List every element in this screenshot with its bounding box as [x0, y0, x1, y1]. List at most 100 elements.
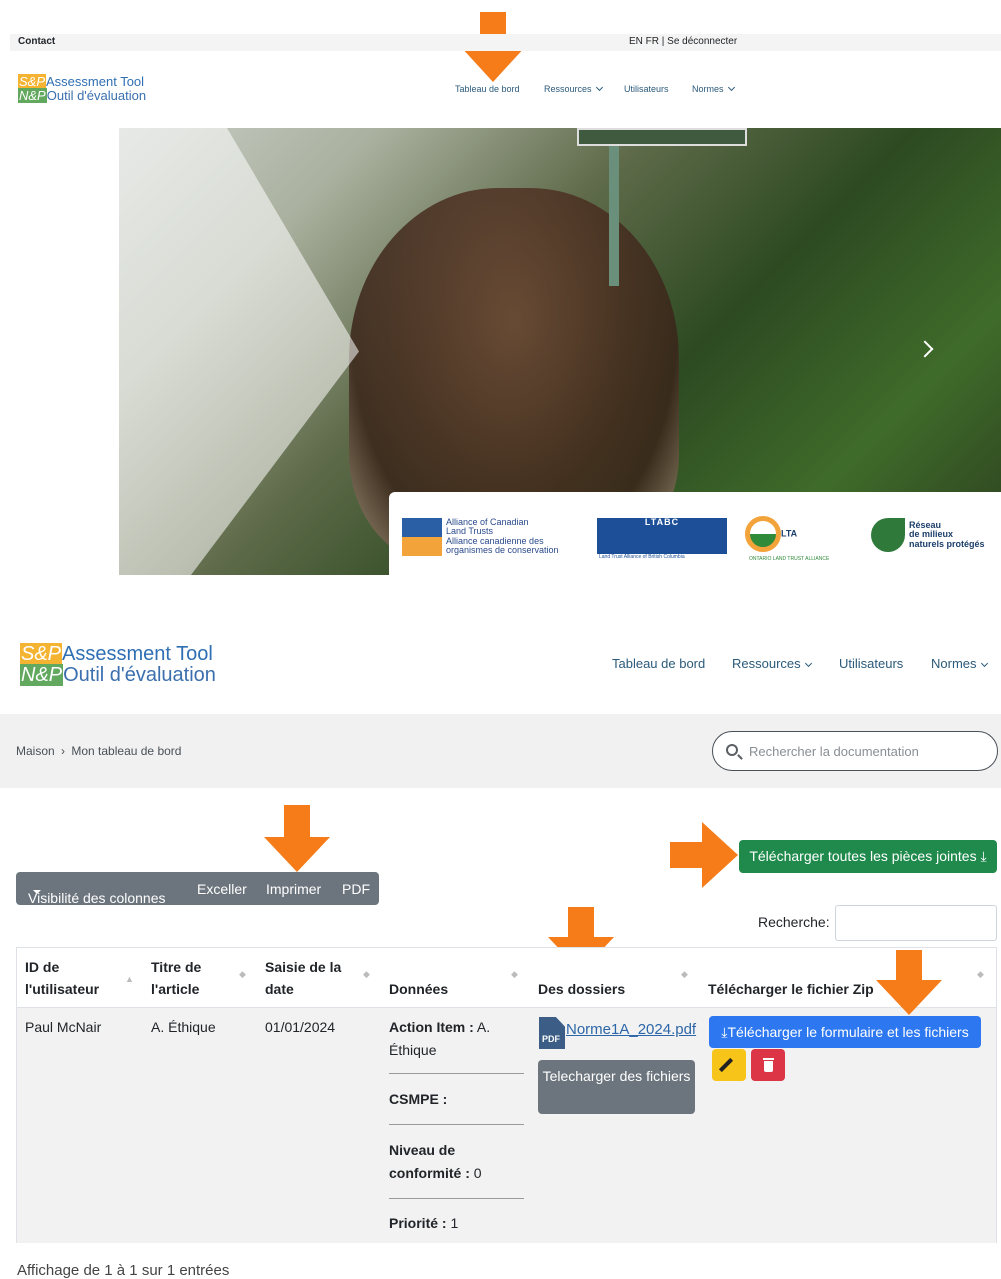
olta-o-mark	[745, 516, 781, 552]
table-search-label: Recherche:	[758, 914, 830, 930]
column-visibility-label: Visibilité des colonnes	[28, 890, 166, 906]
cell-user: Paul McNair	[25, 1019, 102, 1035]
data-label: Niveau de conformité :	[389, 1142, 470, 1181]
logo-np-tag: N&P	[18, 88, 47, 103]
chevron-down-icon	[595, 83, 603, 92]
olta-text: LTA	[781, 528, 798, 539]
data-label: CSMPE :	[389, 1091, 448, 1107]
acalt-logo-mark	[402, 518, 442, 556]
breadcrumb-separator: ›	[61, 744, 66, 758]
contact-link[interactable]: Contact	[18, 36, 55, 47]
table-export-toolbar: Visibilité des colonnes Exceller Imprime…	[16, 872, 379, 906]
logo-np-tag: N&P	[20, 664, 64, 686]
table-header-row: ID de l'utilisateur ▲ Titre de l'article…	[17, 948, 996, 1008]
nav-users[interactable]: Utilisateurs	[624, 84, 669, 94]
nav-standards-label: Normes	[931, 656, 977, 671]
table-info-text: Affichage de 1 à 1 sur 1 entrées	[17, 1262, 230, 1279]
col-header-user-id[interactable]: ID de l'utilisateur	[25, 956, 125, 1000]
search-icon	[726, 744, 738, 756]
cell-date: 01/01/2024	[265, 1019, 336, 1035]
chevron-down-icon	[980, 659, 988, 668]
pdf-icon-label: PDF	[542, 1034, 560, 1044]
chevron-down-icon	[804, 659, 812, 668]
logo-line1-text: Assessment Tool	[46, 74, 145, 89]
print-button[interactable]: Imprimer	[266, 881, 321, 897]
cell-data-action-item: Action Item : A. Éthique	[389, 1016, 519, 1062]
partner-logo-ltabc[interactable]: LTABC	[597, 517, 727, 554]
nav-dashboard[interactable]: Tableau de bord	[455, 84, 520, 94]
doc-search-input[interactable]: Rechercher la documentation	[712, 731, 998, 771]
cell-data-csmpe: CSMPE :	[389, 1088, 447, 1111]
trash-icon-body	[764, 1061, 773, 1072]
col-header-article-title[interactable]: Titre de l'article	[151, 956, 241, 1000]
partner-logo-acalt[interactable]: Alliance of Canadian Land Trusts Allianc…	[402, 517, 559, 556]
trash-icon	[763, 1058, 774, 1060]
col-header-date[interactable]: Saisie de la date	[265, 956, 355, 1000]
download-icon: ⤓	[976, 848, 987, 864]
delete-button[interactable]	[751, 1049, 785, 1081]
divider	[389, 1124, 524, 1125]
col-header-files[interactable]: Des dossiers	[538, 978, 625, 1000]
partner-logo-olta[interactable]: LTA	[745, 516, 797, 552]
cell-data-compliance: Niveau de conformité : 0	[389, 1139, 499, 1185]
partner-logo-rmnp[interactable]: Réseau de milieux naturels protégés	[871, 518, 985, 552]
download-all-attachments-button[interactable]: Télécharger toutes les pièces jointes ⤓	[739, 840, 997, 873]
logo-line1-text: Assessment Tool	[62, 643, 213, 665]
sort-icon: ◆	[511, 969, 518, 979]
pdf-button[interactable]: PDF	[342, 881, 370, 897]
divider	[389, 1198, 524, 1199]
download-form-and-files-button[interactable]: ⤓Télécharger le formulaire et les fichie…	[709, 1016, 981, 1048]
breadcrumb-current: Mon tableau de bord	[71, 744, 182, 758]
data-table: ID de l'utilisateur ▲ Titre de l'article…	[16, 947, 997, 1243]
pencil-icon	[718, 1057, 734, 1073]
nav-dashboard[interactable]: Tableau de bord	[612, 656, 705, 671]
nav-resources[interactable]: Ressources	[544, 83, 603, 94]
data-label: Priorité :	[389, 1215, 447, 1231]
nav-resources-label: Ressources	[732, 656, 801, 671]
language-logout-links[interactable]: EN FR | Se déconnecter	[629, 36, 737, 47]
top-utility-bar: Contact EN FR | Se déconnecter	[10, 34, 1001, 51]
caret-down-icon	[33, 890, 41, 894]
file-link[interactable]: Norme1A_2024.pdf	[566, 1021, 696, 1038]
sort-icon: ◆	[681, 969, 688, 979]
logo-line2-text: Outil d'évaluation	[46, 88, 147, 103]
data-value: 1	[450, 1215, 459, 1231]
excel-button[interactable]: Exceller	[197, 881, 247, 897]
pdf-file-icon: PDF	[539, 1017, 565, 1049]
rmnp-leaf-mark	[871, 518, 905, 552]
sort-icon: ◆	[363, 969, 370, 979]
data-value: 0	[473, 1165, 482, 1181]
nav-users[interactable]: Utilisateurs	[839, 656, 903, 671]
cell-data-priority: Priorité : 1	[389, 1212, 458, 1235]
hero-photo-post	[609, 146, 619, 286]
download-files-button[interactable]: Telecharger des fichiers	[538, 1060, 695, 1114]
nav-standards-label: Normes	[692, 84, 724, 94]
annotation-arrow-3	[670, 822, 738, 888]
ltabc-subtext: Land Trust Alliance of British Columbia	[599, 554, 685, 560]
acalt-text-4: organismes de conservation	[446, 545, 559, 556]
carousel-next-icon[interactable]	[916, 340, 934, 358]
cell-title: A. Éthique	[151, 1019, 216, 1035]
hero-photo-sign	[577, 128, 747, 146]
hero-carousel: Alliance of Canadian Land Trusts Allianc…	[119, 128, 1001, 575]
table-search-input[interactable]	[835, 905, 997, 941]
col-header-data[interactable]: Données	[389, 978, 448, 1000]
table-row: Paul McNair A. Éthique 01/01/2024 Action…	[17, 1008, 996, 1243]
zip-button-label: Télécharger le formulaire et les fichier…	[727, 1024, 969, 1040]
site-logo-small[interactable]: S&PAssessment Tool N&POutil d'évaluation	[18, 74, 147, 103]
logo-line2-text: Outil d'évaluation	[63, 664, 216, 686]
nav-standards[interactable]: Normes	[931, 656, 988, 671]
download-all-label: Télécharger toutes les pièces jointes	[749, 848, 977, 864]
annotation-arrow-2	[264, 805, 330, 873]
annotation-arrow-5	[876, 950, 942, 1016]
site-logo-large[interactable]: S&PAssessment Tool N&POutil d'évaluation	[20, 643, 216, 686]
sort-icon: ◆	[239, 969, 246, 979]
breadcrumb-home[interactable]: Maison	[16, 744, 55, 758]
edit-button[interactable]	[712, 1049, 746, 1081]
logo-sp-tag: S&P	[20, 643, 63, 665]
nav-standards[interactable]: Normes	[692, 83, 735, 94]
olta-subtext: ONTARIO LAND TRUST ALLIANCE	[749, 556, 830, 562]
col-header-zip[interactable]: Télécharger le fichier Zip	[708, 978, 874, 1000]
sort-asc-icon: ▲	[125, 974, 134, 984]
nav-resources[interactable]: Ressources	[732, 656, 812, 671]
